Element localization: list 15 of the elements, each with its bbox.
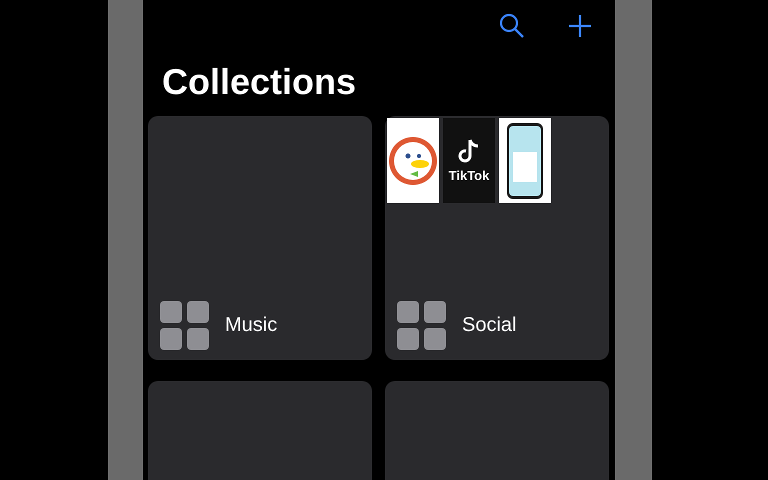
search-icon[interactable]	[498, 12, 526, 40]
logo-text: TikTok	[448, 168, 490, 183]
phone-screenshot-thumbnail[interactable]	[499, 118, 551, 203]
music-note-icon	[458, 138, 480, 164]
page-title: Collections	[162, 60, 358, 104]
app-logo-thumbnail[interactable]: TikTok	[443, 118, 495, 203]
collection-card[interactable]: TikTok Social	[385, 116, 609, 360]
collection-name: Music	[225, 314, 278, 337]
collection-card[interactable]: Music	[148, 116, 372, 360]
grid-icon	[397, 301, 446, 350]
collection-name: Social	[462, 314, 516, 337]
add-icon[interactable]	[566, 12, 594, 40]
phone-icon	[505, 122, 545, 200]
grid-icon	[160, 301, 209, 350]
duck-logo-thumbnail[interactable]	[387, 118, 439, 203]
